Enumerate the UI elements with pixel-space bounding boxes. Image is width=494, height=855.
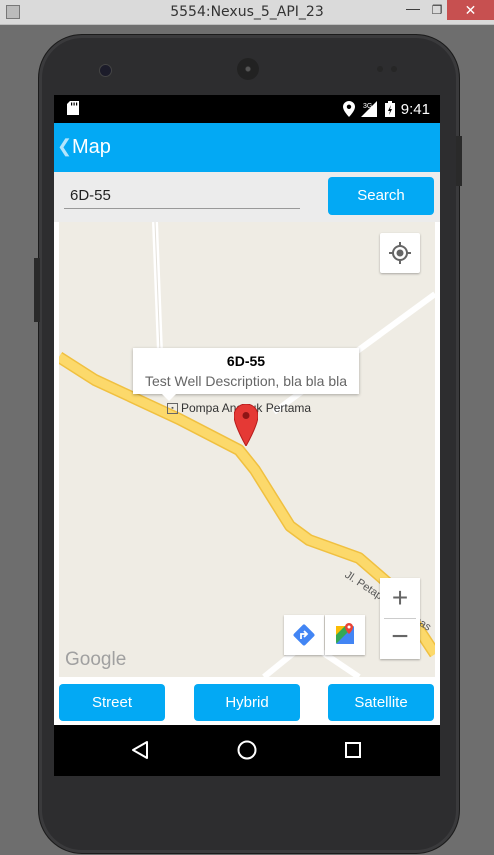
zoom-controls: + − [380, 578, 420, 659]
proximity-sensor [377, 66, 383, 72]
info-window-pointer [161, 393, 177, 401]
status-bar: 3G 9:41 [54, 95, 440, 123]
back-triangle-icon[interactable] [125, 735, 155, 765]
search-button[interactable]: Search [328, 177, 434, 215]
marker-description: Test Well Description, bla bla bla [144, 373, 348, 389]
emulator-title-bar: 5554:Nexus_5_API_23 — ❐ ✕ [0, 0, 494, 25]
map-marker-icon[interactable] [234, 404, 258, 446]
close-window-button[interactable]: ✕ [447, 0, 494, 20]
satellite-button[interactable]: Satellite [328, 684, 434, 721]
search-row: Search [54, 172, 440, 222]
home-circle-icon[interactable] [232, 735, 262, 765]
location-icon [342, 101, 355, 117]
power-key[interactable] [34, 258, 40, 322]
page-title: Map [72, 136, 111, 158]
maximize-button[interactable]: ❐ [428, 0, 446, 20]
marker-info-window[interactable]: 6D-55 Test Well Description, bla bla bla [133, 348, 359, 394]
hybrid-button[interactable]: Hybrid [194, 684, 300, 721]
poi-icon: ▪ [167, 402, 178, 414]
battery-icon [384, 101, 395, 117]
app-bar: ❮ Map [54, 123, 440, 172]
map-view[interactable]: 6D-55 Test Well Description, bla bla bla… [59, 222, 435, 677]
sd-card-icon [67, 101, 79, 115]
status-clock: 9:41 [400, 100, 430, 118]
street-button[interactable]: Street [59, 684, 165, 721]
volume-key[interactable] [456, 136, 462, 186]
minimize-button[interactable]: — [400, 0, 426, 20]
directions-button[interactable] [284, 615, 324, 655]
signal-icon: 3G [360, 101, 377, 117]
search-input[interactable] [64, 182, 300, 209]
google-maps-icon [336, 623, 354, 644]
navigation-bar [54, 725, 440, 776]
network-type-label: 3G [363, 103, 372, 110]
light-sensor [391, 66, 397, 72]
google-attribution: Google [65, 649, 127, 670]
zoom-out-button[interactable]: − [380, 619, 420, 659]
zoom-in-button[interactable]: + [380, 578, 420, 618]
open-in-maps-button[interactable] [325, 615, 365, 655]
back-arrow-icon[interactable]: ❮ [57, 136, 72, 157]
directions-icon [293, 624, 315, 646]
map-type-bar: Street Hybrid Satellite [54, 677, 440, 725]
phone-screen: 3G 9:41 ❮ Map Search [54, 95, 440, 776]
my-location-button[interactable] [380, 233, 420, 273]
recents-square-icon[interactable] [338, 735, 368, 765]
my-location-icon [389, 242, 411, 264]
earpiece-speaker [237, 58, 259, 80]
marker-title: 6D-55 [226, 353, 266, 369]
map-roads [59, 222, 435, 677]
front-camera [99, 64, 112, 77]
